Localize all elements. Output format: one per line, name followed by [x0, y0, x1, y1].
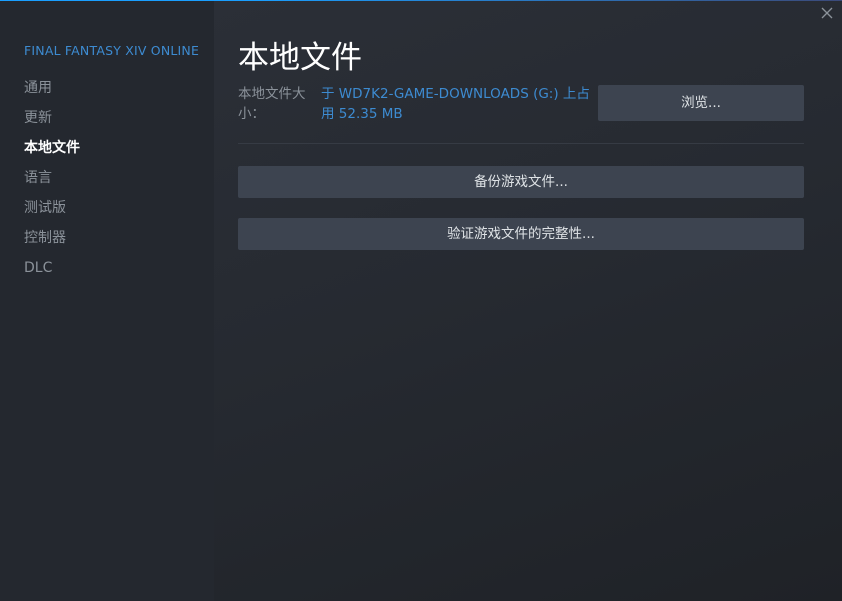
verify-integrity-button[interactable]: 验证游戏文件的完整性... — [238, 218, 804, 250]
game-title: FINAL FANTASY XIV ONLINE — [24, 43, 200, 58]
sidebar-item-updates[interactable]: 更新 — [24, 108, 80, 138]
divider — [238, 143, 804, 144]
browse-button[interactable]: 浏览... — [598, 85, 804, 121]
sidebar-item-betas[interactable]: 测试版 — [24, 198, 80, 228]
page-title: 本地文件 — [238, 40, 362, 76]
sidebar-item-controller[interactable]: 控制器 — [24, 228, 80, 258]
sidebar: FINAL FANTASY XIV ONLINE 通用 更新 本地文件 语言 测… — [0, 1, 214, 601]
sidebar-item-general[interactable]: 通用 — [24, 78, 80, 108]
main-panel: 本地文件 本地文件大小： 于 WD7K2-GAME-DOWNLOADS (G:)… — [214, 1, 842, 601]
local-files-size-label: 本地文件大小： — [238, 86, 306, 122]
backup-game-files-button[interactable]: 备份游戏文件... — [238, 166, 804, 198]
sidebar-item-local-files[interactable]: 本地文件 — [24, 138, 80, 168]
sidebar-nav: 通用 更新 本地文件 语言 测试版 控制器 DLC — [24, 78, 80, 288]
sidebar-item-dlc[interactable]: DLC — [24, 258, 80, 288]
properties-window: FINAL FANTASY XIV ONLINE 通用 更新 本地文件 语言 测… — [0, 0, 842, 601]
local-files-size-value: 于 WD7K2-GAME-DOWNLOADS (G:) 上占用 52.35 MB — [321, 86, 590, 122]
sidebar-item-language[interactable]: 语言 — [24, 168, 80, 198]
close-icon[interactable] — [819, 5, 835, 21]
